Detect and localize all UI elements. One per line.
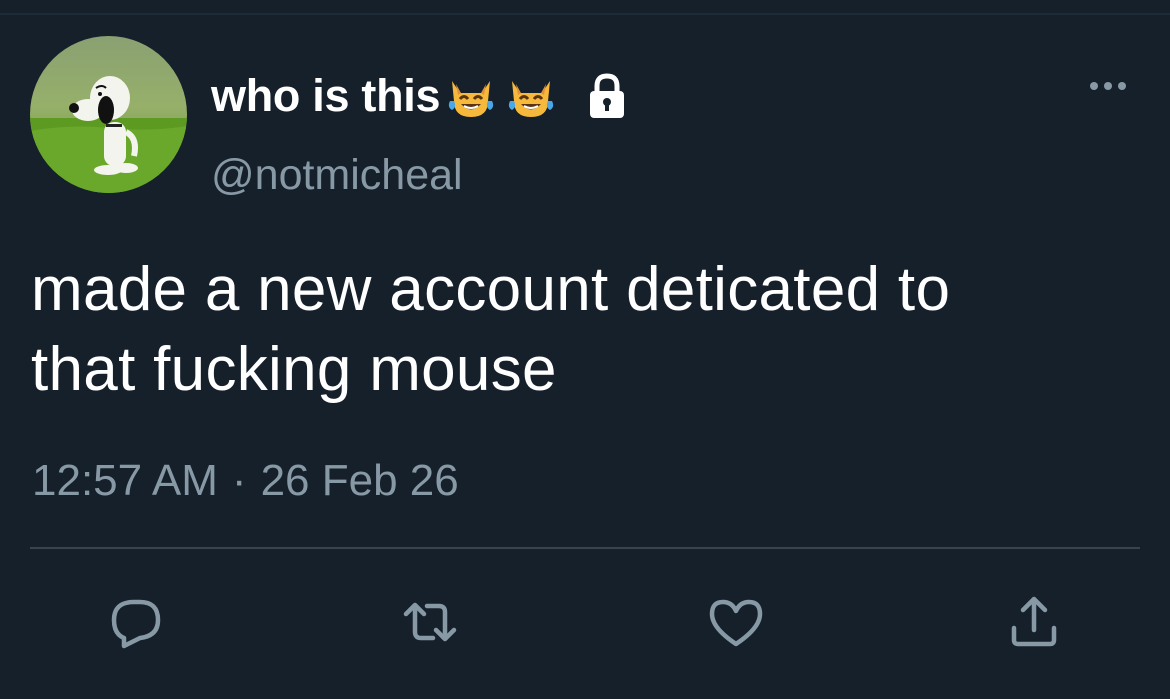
retweet-icon <box>403 602 457 642</box>
tweet-text-line: made a new account deticated to <box>31 255 951 324</box>
timestamp[interactable]: 12:57 AM · 26 Feb 26 <box>32 456 459 506</box>
tweet-card: who is this @notmicheal made a new accou… <box>0 0 1170 699</box>
lock-icon <box>580 69 634 123</box>
user-handle[interactable]: @notmicheal <box>211 151 463 200</box>
tweet-text-line: that fucking mouse <box>31 335 557 404</box>
like-button[interactable] <box>708 594 764 650</box>
timestamp-separator: · <box>231 456 247 505</box>
reply-icon <box>111 599 161 649</box>
more-options-icon[interactable] <box>1086 74 1130 98</box>
heart-icon <box>709 599 763 647</box>
reply-button[interactable] <box>108 594 164 650</box>
share-icon <box>1011 596 1057 647</box>
tweet-text: made a new account deticated to that fuc… <box>31 250 1141 410</box>
tweet-time: 12:57 AM <box>32 456 218 505</box>
display-name[interactable]: who is this <box>211 70 441 122</box>
avatar[interactable] <box>30 36 187 193</box>
divider <box>30 547 1140 549</box>
cat-tears-of-joy-icon <box>446 71 496 121</box>
avatar-image <box>30 36 187 193</box>
share-button[interactable] <box>1006 594 1062 650</box>
tweet-date: 26 Feb 26 <box>260 456 459 505</box>
retweet-button[interactable] <box>402 594 458 650</box>
cat-tears-of-joy-icon <box>506 71 556 121</box>
display-name-row: who is this <box>211 68 634 124</box>
